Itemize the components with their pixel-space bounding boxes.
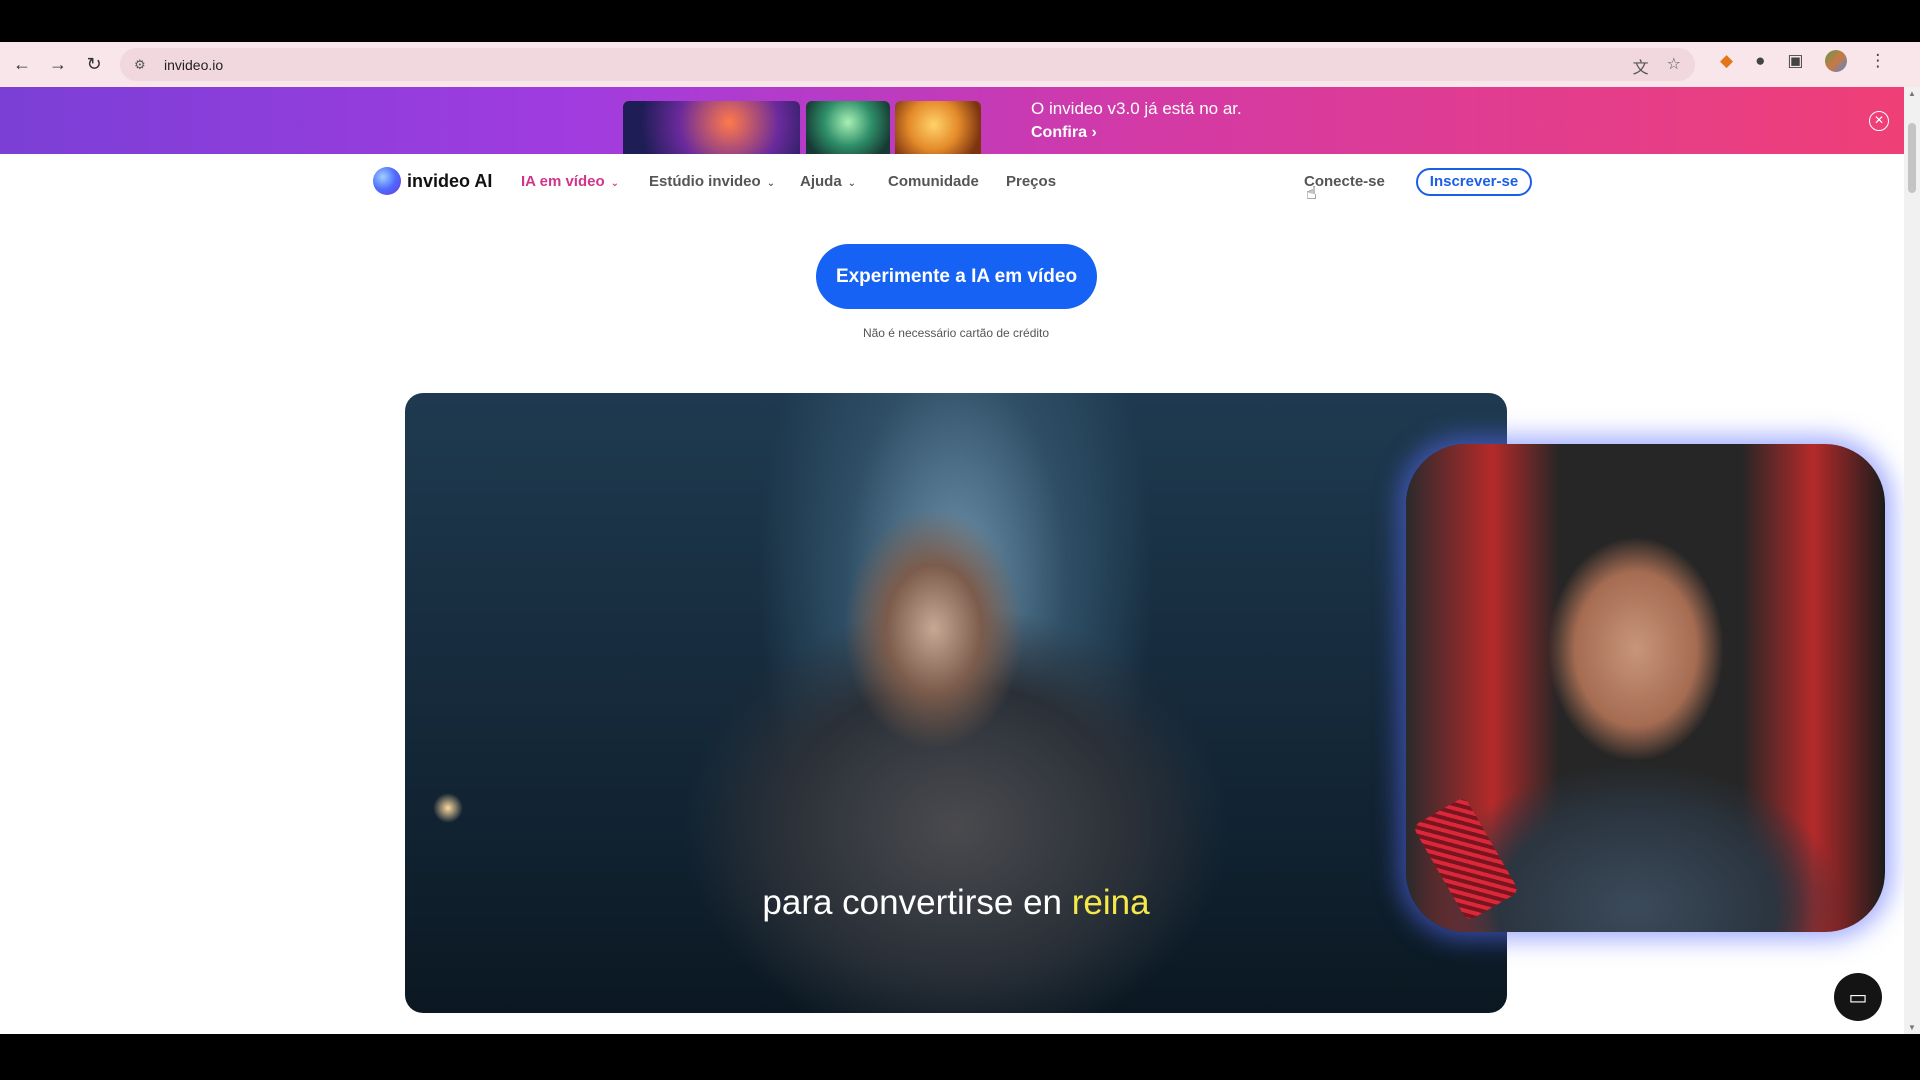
profile-avatar[interactable] [1825, 50, 1848, 72]
screen-bottom-bar [0, 1034, 1920, 1080]
chevron-down-icon: ⌄ [610, 178, 620, 189]
nav-item-label: Comunidade [888, 173, 979, 190]
promo-thumbnail-fire [895, 101, 981, 154]
nav-item-label: IA em vídeo [521, 173, 605, 190]
chevron-right-icon: › [1091, 124, 1097, 141]
back-icon[interactable]: ← [4, 47, 40, 83]
caption-highlight: reina [1071, 883, 1150, 922]
nav-item-comunidade[interactable]: Comunidade [888, 173, 979, 190]
address-bar[interactable]: ⚙ invideo.io 文 ☆ [120, 48, 1695, 81]
scroll-down-icon[interactable]: ▼ [1908, 1023, 1916, 1032]
translate-icon[interactable]: 文 [1633, 54, 1649, 78]
nav-item-ajuda[interactable]: Ajuda ⌄ [800, 173, 856, 190]
promo-banner[interactable]: O invideo v3.0 já está no ar. Confira › … [0, 87, 1904, 154]
candle-glow [433, 793, 463, 823]
signup-button[interactable]: Inscrever-se [1416, 168, 1532, 196]
promo-thumbnail-creature [806, 101, 890, 154]
site-settings-icon[interactable]: ⚙ [134, 57, 154, 73]
screen-top-bar [0, 0, 1920, 42]
star-icon[interactable]: ☆ [1667, 54, 1681, 78]
url-text[interactable]: invideo.io [164, 57, 223, 73]
invideo-logo-icon[interactable] [373, 167, 401, 195]
promo-cta-label[interactable]: Confira [1031, 124, 1087, 141]
promo-title: O invideo v3.0 já está no ar. [1031, 99, 1242, 118]
nav-item-precos[interactable]: Preços [1006, 173, 1056, 190]
logo-text[interactable]: invideo AI [407, 171, 492, 192]
microphone [1412, 796, 1520, 922]
reload-icon[interactable]: ↻ [76, 47, 112, 83]
cta-note: Não é necessário cartão de crédito [862, 326, 1050, 340]
web-page: O invideo v3.0 já está no ar. Confira › … [0, 87, 1904, 1034]
nav-item-label: Ajuda [800, 173, 842, 190]
forward-icon[interactable]: → [40, 47, 76, 83]
chat-icon[interactable]: ▭ [1834, 973, 1882, 1021]
nav-item-ia-em-video[interactable]: IA em vídeo ⌄ [521, 173, 619, 190]
webcam-overlay [1406, 444, 1885, 932]
scrollbar-thumb[interactable] [1908, 123, 1916, 193]
menu-icon[interactable]: ⋮ [1869, 51, 1886, 71]
promo-cta-link[interactable]: Confira › [1031, 124, 1097, 142]
nav-item-label: Estúdio invideo [649, 173, 761, 190]
promo-thumbnail-portal [623, 101, 800, 154]
page-scrollbar[interactable]: ▲ ▼ [1904, 87, 1920, 1034]
nav-item-estudio-invideo[interactable]: Estúdio invideo ⌄ [649, 173, 775, 190]
try-ai-video-button[interactable]: Experimente a IA em vídeo [816, 244, 1097, 309]
video-caption: para convertirse en reina [405, 883, 1507, 923]
hand-cursor-icon: ☝ [1306, 183, 1317, 203]
extensions-puzzle-icon[interactable]: ▣ [1787, 51, 1803, 71]
caption-text: para convertirse en [762, 883, 1063, 922]
close-icon[interactable]: ✕ [1869, 111, 1889, 131]
scroll-up-icon[interactable]: ▲ [1908, 89, 1916, 98]
chevron-down-icon: ⌄ [847, 178, 857, 189]
extension-fox-icon[interactable]: ◆ [1720, 51, 1733, 71]
extension-mouse-icon[interactable]: ● [1755, 51, 1765, 71]
nav-item-label: Preços [1006, 173, 1057, 190]
chevron-down-icon: ⌄ [766, 178, 776, 189]
demo-video[interactable]: para convertirse en reina [405, 393, 1507, 1013]
browser-toolbar: ← → ↻ ⚙ invideo.io 文 ☆ [0, 42, 1920, 87]
